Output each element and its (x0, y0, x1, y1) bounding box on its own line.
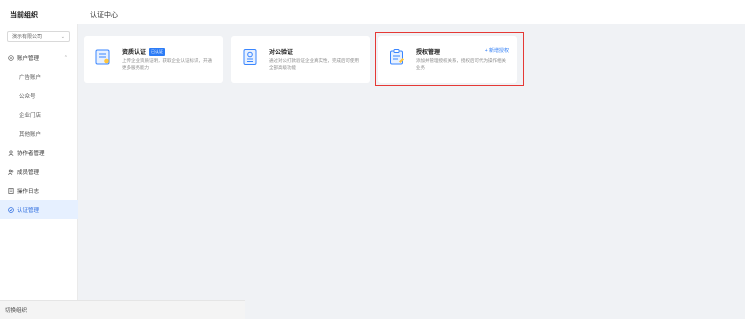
top-header: 当前组织 认证中心 (0, 0, 745, 24)
sidebar-item-label: 协作者管理 (17, 150, 45, 157)
card-title: 对公验证 (269, 50, 294, 56)
highlight-box (375, 32, 524, 86)
corporate-verify-card[interactable]: 对公验证 通过对公打款验证企业真实性，完成后可使用全部高级功能 (231, 36, 370, 83)
sidebar-item-label: 企业门店 (19, 112, 42, 119)
card-description: 上传企业资质证明，获取企业认证标识，开通更多服务能力 (122, 58, 212, 70)
sidebar-item-collaborators[interactable]: 协作者管理 (0, 143, 78, 162)
org-select-value: 演示有限公司 (12, 34, 43, 40)
sidebar-item-label: 账户管理 (17, 55, 40, 62)
sidebar-item-label: 广告账户 (19, 74, 42, 81)
log-icon (8, 187, 14, 194)
sidebar-item-label: 成员管理 (17, 169, 40, 176)
team-icon (8, 169, 14, 175)
chevron-down-icon: ⌄ (60, 33, 65, 40)
chevron-up-icon: ⌃ (63, 54, 68, 61)
sidebar-item-members[interactable]: 成员管理 (0, 162, 78, 181)
sidebar-item-label: 操作日志 (17, 188, 40, 195)
shield-icon (8, 206, 14, 213)
sidebar-menu: 账户管理 ⌃ 广告账户 公众号 企业门店 其他账户 协作者管理 成员管理 操作日… (0, 48, 78, 219)
sidebar: 演示有限公司 ⌄ 账户管理 ⌃ 广告账户 公众号 企业门店 其他账户 协作者管理 (0, 24, 78, 319)
bank-verify-icon (241, 48, 259, 66)
account-icon (8, 54, 14, 61)
sidebar-item-stores[interactable]: 企业门店 (0, 105, 78, 124)
sidebar-item-label: 其他账户 (19, 131, 42, 138)
user-icon (8, 149, 14, 156)
sidebar-item-certification[interactable]: 认证管理 (0, 200, 78, 219)
status-badge: 已认证 (149, 47, 166, 56)
card-title: 资质认证 (122, 50, 147, 56)
certificate-icon (94, 48, 112, 66)
switch-org-bar[interactable]: 切换组织 (0, 300, 245, 319)
sidebar-item-operation-log[interactable]: 操作日志 (0, 181, 78, 200)
sidebar-item-account-management[interactable]: 账户管理 ⌃ (0, 48, 78, 67)
card-description: 通过对公打款验证企业真实性，完成后可使用全部高级功能 (269, 58, 359, 70)
qualification-card[interactable]: 资质认证 已认证 上传企业资质证明，获取企业认证标识，开通更多服务能力 (84, 36, 223, 83)
sidebar-item-ad-accounts[interactable]: 广告账户 (0, 67, 78, 86)
sidebar-item-label: 公众号 (19, 93, 36, 100)
page-title: 认证中心 (90, 12, 118, 19)
org-title: 当前组织 (10, 12, 38, 19)
switch-org-label: 切换组织 (5, 308, 28, 314)
sidebar-item-official-accounts[interactable]: 公众号 (0, 86, 78, 105)
sidebar-item-other-accounts[interactable]: 其他账户 (0, 124, 78, 143)
org-select[interactable]: 演示有限公司 ⌄ (7, 31, 70, 42)
sidebar-item-label: 认证管理 (17, 207, 40, 214)
